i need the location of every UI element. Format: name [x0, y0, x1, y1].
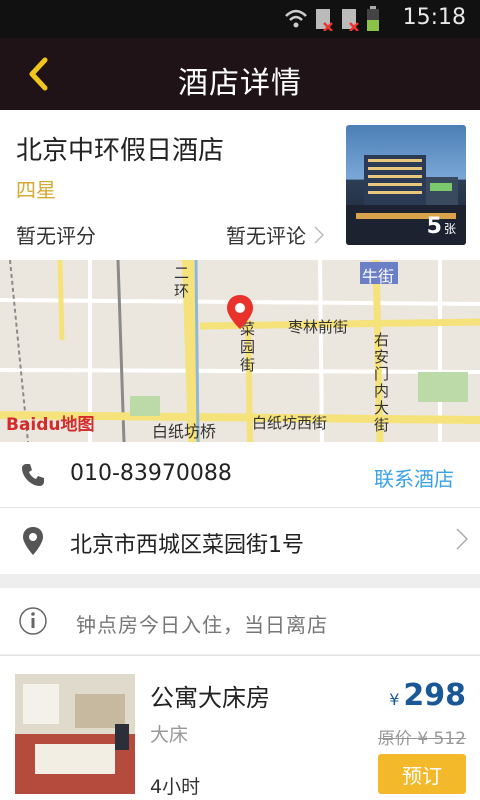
hotel-score: 暂无评分	[16, 224, 96, 248]
contact-hotel-button[interactable]: 联系酒店	[374, 463, 454, 492]
hotel-phone: 010-83970088	[70, 461, 232, 486]
reviews-link[interactable]: 暂无评论	[226, 220, 324, 249]
map-label-zaolin: 枣林前街	[288, 318, 349, 336]
status-icons	[284, 6, 380, 32]
battery-icon	[367, 6, 379, 31]
room-photo[interactable]	[15, 674, 135, 794]
reviews-label: 暂无评论	[226, 224, 306, 248]
hotel-name: 北京中环假日酒店	[16, 136, 225, 166]
baidu-map-logo: Baidu地图	[6, 415, 95, 435]
room-name: 公寓大床房	[150, 684, 270, 712]
map-label-baizhifang-west: 白纸坊西街	[252, 414, 328, 432]
sim2-icon	[342, 9, 359, 31]
map-pin-icon	[227, 295, 253, 329]
phone-row[interactable]: 010-83970088 联系酒店	[0, 442, 480, 508]
status-time: 15:18	[402, 5, 466, 30]
status-bar: 15:18	[0, 0, 480, 38]
room-original-price: 原价 ¥ 512	[377, 729, 466, 749]
location-pin-icon	[18, 526, 48, 556]
room-bed-type: 大床	[150, 724, 189, 746]
info-icon	[18, 606, 48, 636]
hotel-summary-card: 北京中环假日酒店 四星 暂无评分 暂无评论 5张	[0, 110, 480, 260]
hourly-room-notice: 钟点房今日入住，当日离店	[0, 588, 480, 654]
chevron-right-icon	[314, 225, 324, 244]
room-image	[15, 674, 135, 794]
room-list-item[interactable]: 公寓大床房 大床 4小时 ¥298 原价 ¥ 512 预订	[0, 655, 480, 800]
page-title: 酒店详情	[178, 66, 302, 101]
hotel-star-rating: 四星	[16, 178, 56, 202]
book-button[interactable]: 预订	[378, 754, 466, 794]
app-header: 酒店详情	[0, 38, 480, 110]
map-label-youanmen: 右安门内大街	[374, 331, 390, 434]
address-row[interactable]: 北京市西城区菜园街1号	[0, 508, 480, 574]
map-label-erhuan: 二环	[174, 264, 190, 300]
map-label-baizhifang-bridge: 白纸坊桥	[152, 422, 217, 441]
room-price: ¥298	[389, 678, 466, 713]
chevron-right-icon	[456, 528, 468, 550]
hotel-address: 北京市西城区菜园街1号	[70, 533, 304, 558]
notice-text: 钟点房今日入住，当日离店	[76, 613, 328, 637]
wifi-icon	[285, 9, 307, 28]
room-duration: 4小时	[150, 776, 201, 798]
map-label-niujie: 牛街	[362, 267, 395, 286]
sim1-icon	[316, 9, 333, 31]
photo-count: 5张	[426, 214, 456, 239]
location-map[interactable]: 牛街 二环 枣林前街 菜园街 右安门内大街 白纸坊桥 白纸坊西街 Baidu地图	[0, 260, 480, 442]
phone-icon	[18, 460, 48, 490]
hotel-photo[interactable]: 5张	[346, 125, 466, 245]
